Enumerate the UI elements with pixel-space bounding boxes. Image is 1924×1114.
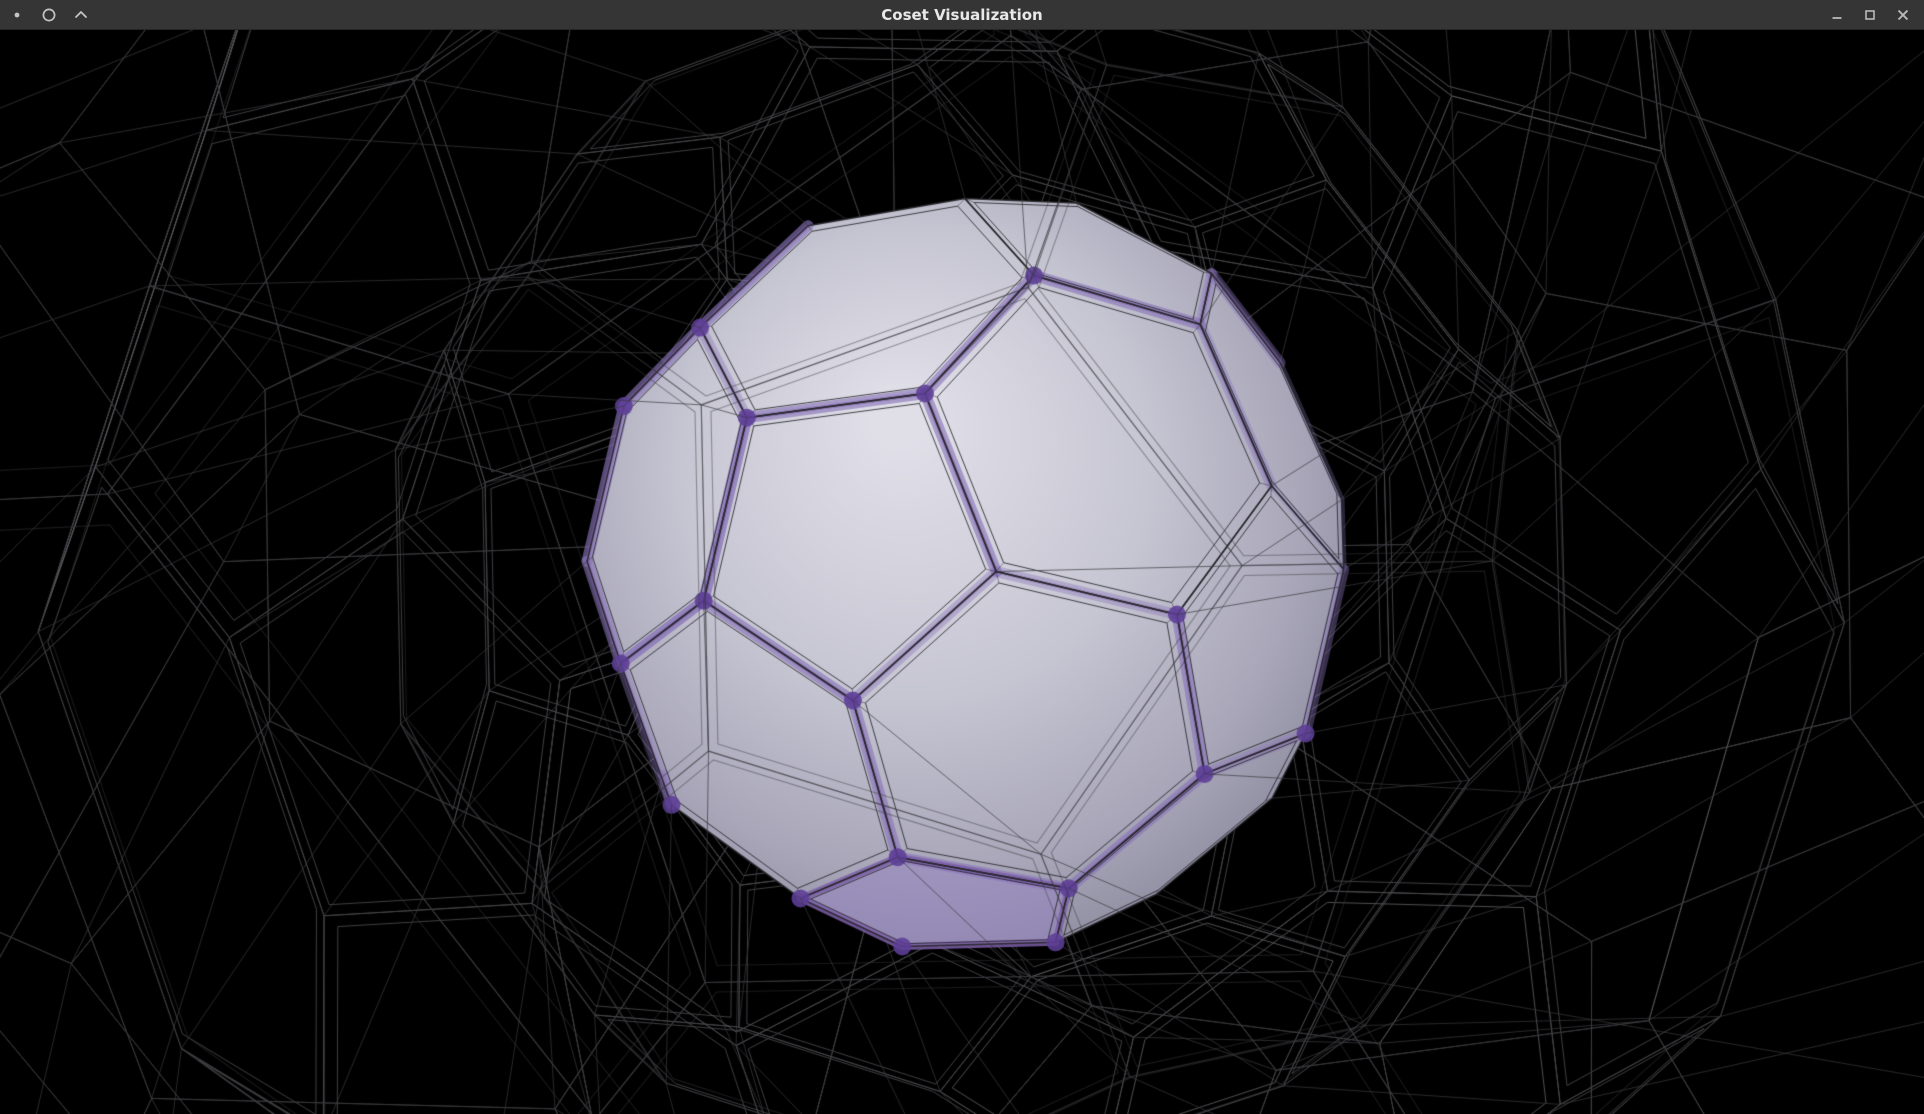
- titlebar-left-icons: [6, 0, 92, 30]
- minimize-icon[interactable]: [1826, 3, 1848, 27]
- maximize-icon[interactable]: [1859, 3, 1881, 27]
- titlebar[interactable]: Coset Visualization: [0, 0, 1924, 30]
- chevron-up-icon[interactable]: [70, 3, 92, 27]
- close-icon[interactable]: [1892, 3, 1914, 27]
- viewport-area: [0, 30, 1924, 1114]
- window-title: Coset Visualization: [0, 0, 1924, 30]
- app-window: Coset Visualization: [0, 0, 1924, 1114]
- coset-3d-viewport[interactable]: [0, 30, 1924, 1114]
- dot-icon[interactable]: [6, 3, 28, 27]
- circle-icon[interactable]: [38, 3, 60, 27]
- titlebar-window-controls: [1826, 0, 1914, 30]
